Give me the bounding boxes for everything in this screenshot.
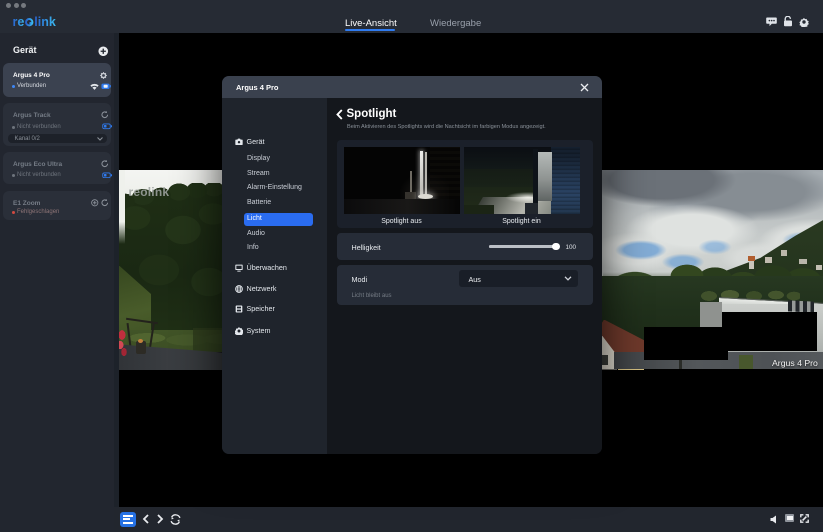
svg-text:link: link (34, 15, 56, 28)
svg-text:re: re (13, 15, 24, 28)
